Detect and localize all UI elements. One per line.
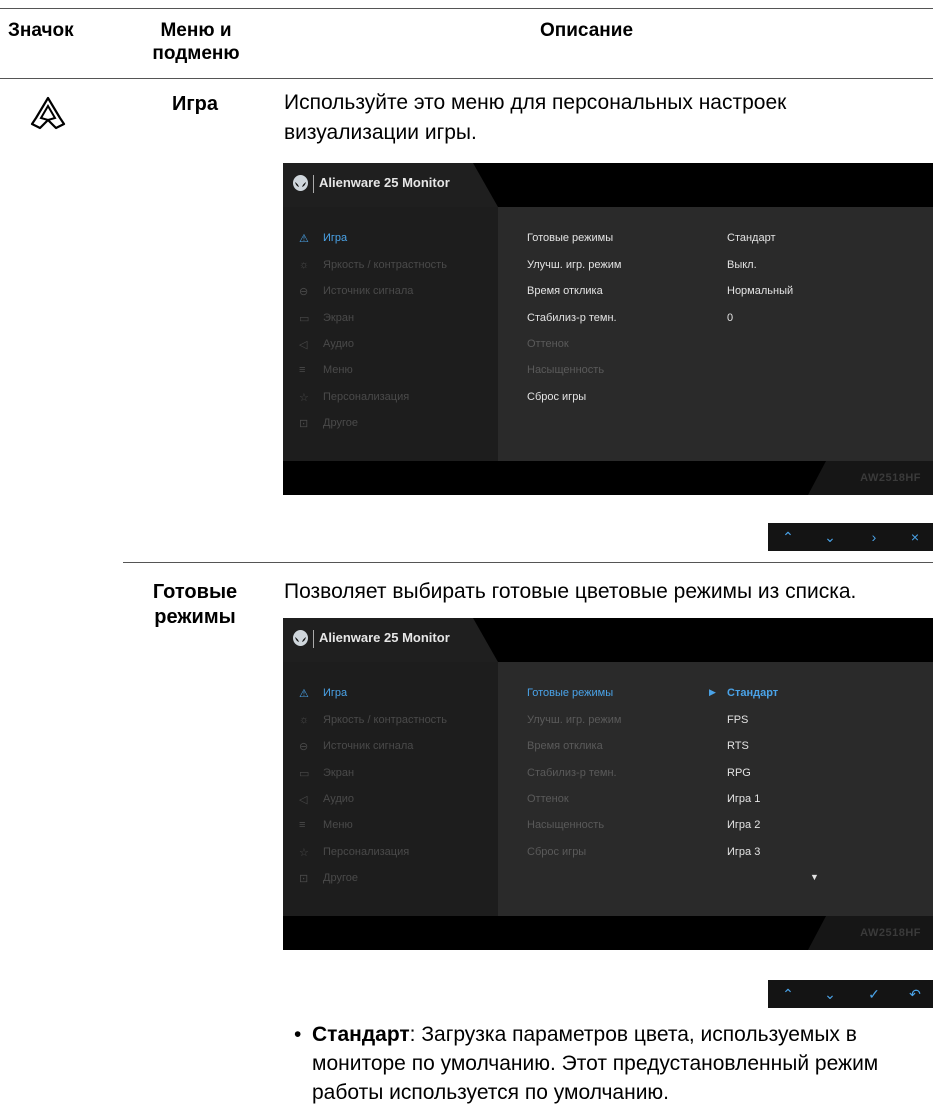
star-icon: ☆ (299, 392, 309, 405)
osd-menu-other[interactable]: ⊡ Другое (299, 872, 358, 886)
osd-opt-darkstab: Стабилиз-р темн. (527, 767, 617, 779)
osd-preset-rts[interactable]: RTS (727, 740, 749, 752)
osd-model: AW2518HF (860, 472, 921, 484)
game-icon: ⚠ (299, 688, 309, 701)
table-top-rule (0, 8, 933, 9)
osd-preset-game3[interactable]: Игра 3 (727, 846, 760, 858)
audio-icon: ◁ (299, 794, 308, 807)
osd-title: Alienware 25 Monitor (319, 630, 450, 645)
osd-menu-audio[interactable]: ◁ Аудио (299, 338, 354, 352)
osd-opt-hue: Оттенок (527, 338, 569, 350)
osd-opt-enhanced: Улучш. игр. режим (527, 714, 622, 726)
audio-icon: ◁ (299, 339, 308, 352)
star-icon: ☆ (299, 847, 309, 860)
osd-menu-input[interactable]: ⊖ Источник сигнала (299, 285, 413, 299)
right-arrow-icon[interactable]: › (864, 527, 884, 547)
up-arrow-icon[interactable]: ⌃ (778, 527, 798, 547)
alienware-logo-icon (293, 175, 308, 191)
osd-opt-enhanced[interactable]: Улучш. игр. режим (527, 259, 621, 271)
alienware-logo-icon (293, 630, 308, 646)
game-icon: ⚠ (299, 233, 309, 246)
bullet-term: Стандарт (312, 1023, 410, 1046)
osd-val-darkstab: 0 (727, 312, 734, 324)
osd-menu-display[interactable]: ▭ Экран (299, 312, 354, 326)
osd-menu-brightness[interactable]: ☼ Яркость / контрастность (299, 259, 447, 271)
osd-opt-darkstab[interactable]: Стабилиз-р темн. (527, 312, 617, 324)
menu-preset-label: Готовые режимы (152, 581, 238, 628)
brightness-icon: ☼ (299, 714, 310, 727)
osd-preset-game1[interactable]: Игра 1 (727, 793, 760, 805)
down-arrow-icon[interactable]: ⌄ (820, 984, 840, 1004)
header-bottom-rule (0, 78, 933, 79)
display-icon: ▭ (299, 768, 310, 781)
osd-menu-personalize[interactable]: ☆ Персонализация (299, 846, 409, 860)
game-description: Используйте это меню для персональных на… (284, 91, 787, 144)
osd-selected-arrow-icon: ▶ (709, 687, 716, 697)
input-icon: ⊖ (299, 741, 309, 754)
osd-opt-saturation: Насыщенность (527, 819, 605, 831)
header-desc-col: Описание (540, 20, 634, 41)
osd-preset-rpg[interactable]: RPG (727, 767, 751, 779)
osd-opt-preset[interactable]: Готовые режимы (527, 687, 613, 699)
menu-icon: ≡ (299, 364, 306, 377)
osd-opt-response: Время отклика (527, 740, 603, 752)
osd-menu-menu[interactable]: ≡ Меню (299, 819, 353, 831)
osd-title: Alienware 25 Monitor (319, 175, 450, 190)
osd-menu-game[interactable]: ⚠ Игра (299, 687, 347, 701)
osd-menu-display[interactable]: ▭ Экран (299, 767, 354, 781)
osd-menu-personalize[interactable]: ☆ Персонализация (299, 391, 409, 405)
osd-preset-standard[interactable]: Стандарт (727, 687, 778, 699)
osd-opt-preset[interactable]: Готовые режимы (527, 232, 613, 244)
osd-menu-game[interactable]: ⚠ Игра (299, 232, 347, 246)
osd-val-preset: Стандарт (727, 232, 776, 244)
osd-nav-bar-1: ⌃ ⌄ › × (768, 523, 933, 551)
game-icon (30, 96, 66, 130)
other-icon: ⊡ (299, 873, 309, 886)
osd-nav-bar-2: ⌃ ⌄ ✓ ↶ (768, 980, 933, 1008)
osd-menu-menu[interactable]: ≡ Меню (299, 364, 353, 376)
preset-description: Позволяет выбирать готовые цветовые режи… (284, 580, 857, 603)
osd-opt-reset[interactable]: Сброс игры (527, 391, 586, 403)
bullet-dot: • (294, 1023, 302, 1046)
input-icon: ⊖ (299, 286, 309, 299)
menu-icon: ≡ (299, 819, 306, 832)
osd-opt-saturation: Насыщенность (527, 364, 605, 376)
back-icon[interactable]: ↶ (905, 984, 925, 1004)
osd-menu-input[interactable]: ⊖ Источник сигнала (299, 740, 413, 754)
brightness-icon: ☼ (299, 259, 310, 272)
osd-opt-hue: Оттенок (527, 793, 569, 805)
down-arrow-icon[interactable]: ⌄ (820, 527, 840, 547)
display-icon: ▭ (299, 313, 310, 326)
osd-preset-fps[interactable]: FPS (727, 714, 748, 726)
check-icon[interactable]: ✓ (864, 984, 884, 1004)
osd-opt-reset: Сброс игры (527, 846, 587, 858)
osd-panel-game: Alienware 25 Monitor AW2518HF ⚠ Игра ☼ Ярк… (283, 163, 933, 495)
osd-menu-other[interactable]: ⊡ Другое (299, 417, 358, 431)
header-icon-col: Значок (8, 20, 74, 41)
osd-preset-game2[interactable]: Игра 2 (727, 819, 760, 831)
other-icon: ⊡ (299, 418, 309, 431)
osd-menu-audio[interactable]: ◁ Аудио (299, 793, 354, 807)
bullet-standard: Стандарт: Загрузка параметров цвета, исп… (312, 1020, 932, 1107)
close-icon[interactable]: × (905, 527, 925, 547)
osd-opt-response[interactable]: Время отклика (527, 285, 603, 297)
osd-panel-preset: Alienware 25 Monitor AW2518HF ⚠ Игра ☼ Ярк… (283, 618, 933, 950)
osd-val-response: Нормальный (727, 285, 794, 297)
osd-val-enhanced: Выкл. (727, 259, 757, 271)
osd-menu-brightness[interactable]: ☼ Яркость / контрастность (299, 714, 447, 726)
row-divider (123, 562, 933, 563)
header-menu-col: Меню и подменю (152, 20, 240, 64)
osd-model: AW2518HF (860, 927, 921, 939)
up-arrow-icon[interactable]: ⌃ (778, 984, 798, 1004)
menu-game-label: Игра (171, 93, 219, 115)
scroll-down-arrow-icon[interactable]: ▼ (810, 872, 819, 882)
